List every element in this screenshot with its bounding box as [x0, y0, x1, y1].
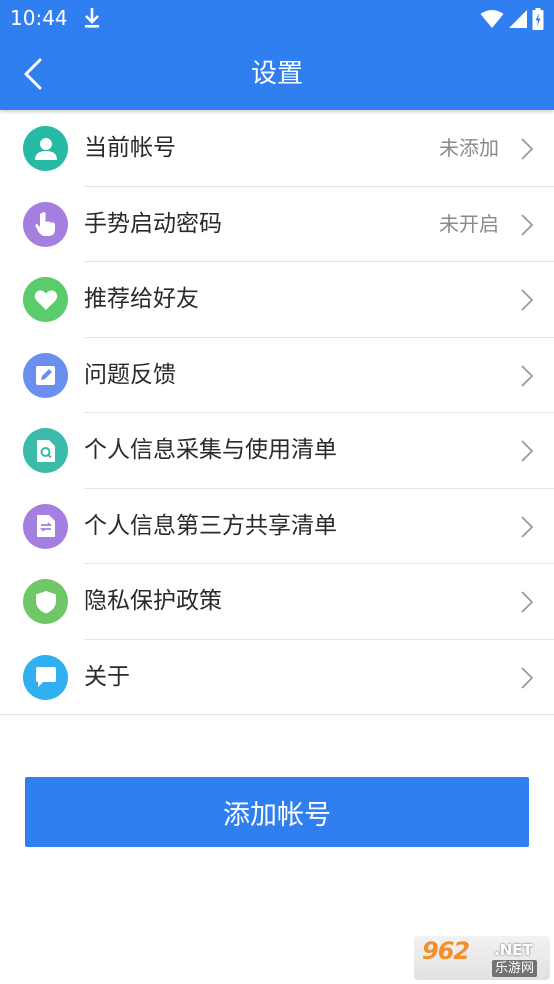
chevron-right-icon — [521, 364, 534, 387]
settings-row-recommend[interactable]: 推荐给好友 — [0, 262, 554, 338]
settings-row-label: 手势启动密码 — [84, 210, 222, 237]
add-account-button[interactable]: 添加帐号 — [25, 777, 529, 847]
settings-row-third-party-sharing[interactable]: 个人信息第三方共享清单 — [0, 489, 554, 564]
watermark-site-name: 乐游网 — [492, 960, 538, 977]
current-account-icon-circle — [23, 126, 68, 171]
watermark-logo: 962 .NET 乐游网 — [414, 936, 550, 980]
settings-row-label: 个人信息采集与使用清单 — [84, 437, 337, 463]
wifi-icon — [480, 10, 504, 28]
privacy-policy-icon-circle — [23, 579, 68, 624]
settings-row-privacy-policy[interactable]: 隐私保护政策 — [0, 564, 554, 640]
watermark-net: .NET — [494, 941, 533, 959]
settings-row-label: 推荐给好友 — [84, 286, 199, 312]
settings-row-label: 个人信息第三方共享清单 — [84, 512, 337, 539]
status-bar: 10:44 — [0, 0, 554, 37]
settings-row-about[interactable]: 关于 — [0, 640, 554, 715]
page-title: 设置 — [250, 59, 303, 89]
about-icon-circle — [23, 654, 68, 700]
settings-row-label: 关于 — [84, 663, 130, 690]
document-share-icon — [36, 515, 55, 537]
settings-row-label: 当前帐号 — [84, 135, 176, 161]
app-bar: 设置 — [0, 37, 554, 110]
settings-row-personal-info-collection[interactable]: 个人信息采集与使用清单 — [0, 413, 554, 489]
settings-row-gesture-password[interactable]: 手势启动密码 未开启 — [0, 187, 554, 262]
chat-bubble-icon — [35, 667, 56, 687]
status-time: 10:44 — [10, 6, 68, 30]
heart-icon — [34, 289, 57, 310]
settings-row-value: 未开启 — [439, 211, 499, 236]
chevron-right-icon — [521, 666, 534, 689]
battery-icon — [532, 8, 544, 30]
chevron-right-icon — [521, 440, 534, 462]
third-party-sharing-icon-circle — [23, 503, 68, 549]
document-search-icon — [36, 439, 55, 462]
settings-row-label: 隐私保护政策 — [84, 588, 222, 614]
person-icon — [34, 137, 57, 160]
feedback-icon-circle — [23, 352, 68, 398]
chevron-right-icon — [521, 515, 534, 538]
settings-row-value: 未添加 — [439, 136, 499, 160]
edit-icon — [35, 366, 55, 385]
personal-info-collection-icon-circle — [23, 428, 68, 473]
chevron-right-icon — [521, 289, 534, 311]
settings-row-label: 问题反馈 — [84, 361, 176, 388]
cell-signal-icon — [509, 10, 527, 28]
settings-row-feedback[interactable]: 问题反馈 — [0, 338, 554, 413]
chevron-right-icon — [521, 138, 534, 160]
recommend-icon-circle — [23, 277, 68, 322]
status-icons — [480, 7, 544, 31]
download-icon — [85, 8, 99, 28]
chevron-right-icon — [521, 213, 534, 236]
settings-row-current-account[interactable]: 当前帐号 未添加 — [0, 111, 554, 187]
chevron-right-icon — [521, 591, 534, 613]
watermark-number: 962 — [422, 937, 470, 965]
hand-pointer-icon — [34, 212, 55, 236]
divider — [0, 714, 554, 715]
gesture-password-icon-circle — [23, 201, 68, 247]
settings-list: 当前帐号 未添加 手势启动密码 未开启 推荐给好友 问题反馈 个人信息采集与使用… — [0, 111, 554, 715]
shield-icon — [35, 590, 56, 613]
